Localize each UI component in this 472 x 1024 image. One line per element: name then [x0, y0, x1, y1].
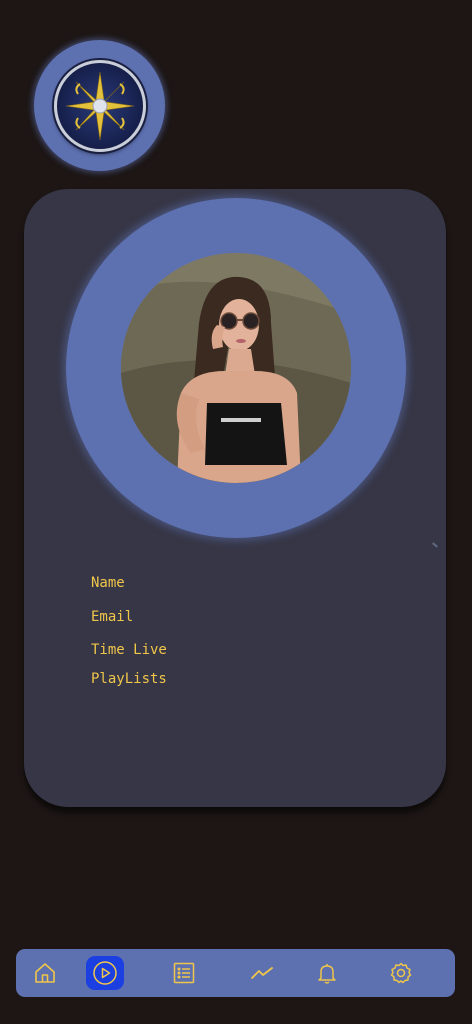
time-live-label[interactable]: Time Live [91, 642, 167, 658]
profile-card: Name Email Time Live PlayLists [24, 189, 446, 807]
bottom-navigation [16, 949, 455, 997]
nav-settings[interactable] [385, 957, 417, 989]
bell-icon [315, 961, 339, 985]
nav-list[interactable] [168, 957, 200, 989]
trending-icon [250, 961, 274, 985]
divider [432, 542, 438, 548]
avatar-frame [66, 198, 406, 538]
name-label[interactable]: Name [91, 575, 125, 591]
profile-screen: Name Email Time Live PlayLists [0, 0, 472, 1024]
nav-home[interactable] [29, 957, 61, 989]
home-icon [33, 961, 57, 985]
settings-icon [389, 961, 413, 985]
list-icon [172, 961, 196, 985]
compass-logo-icon [53, 59, 146, 152]
playlists-label[interactable]: PlayLists [91, 671, 167, 687]
nav-trending[interactable] [246, 957, 278, 989]
email-label[interactable]: Email [91, 609, 133, 625]
play-circle-icon [92, 960, 118, 986]
avatar[interactable] [121, 253, 351, 483]
app-logo[interactable] [34, 40, 165, 171]
nav-notifications[interactable] [311, 957, 343, 989]
nav-play[interactable] [86, 956, 124, 990]
